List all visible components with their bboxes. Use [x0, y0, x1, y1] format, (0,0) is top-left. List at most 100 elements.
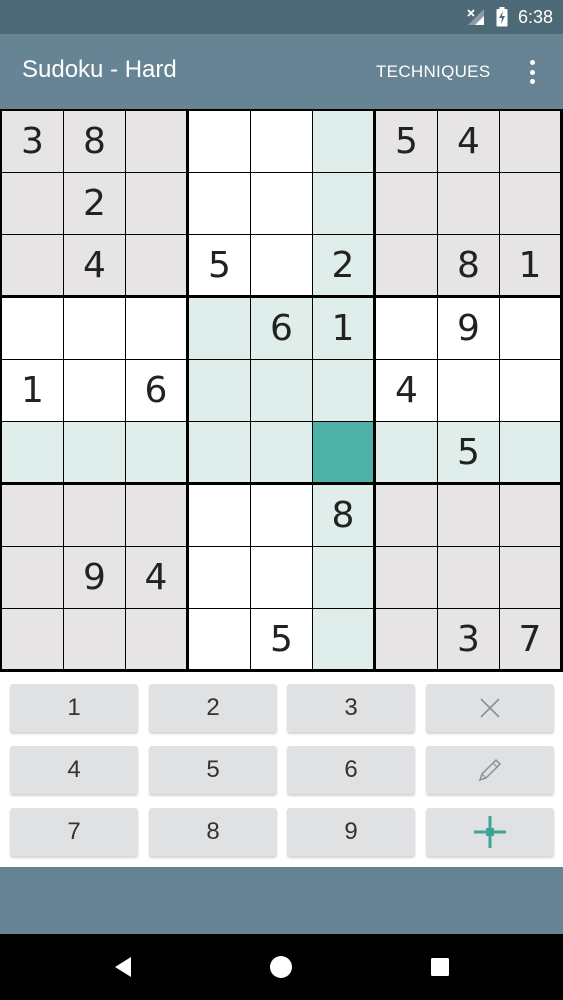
cell-r9-c5[interactable]: 5 [251, 609, 312, 669]
cell-r5-c4[interactable] [189, 360, 250, 421]
cell-r6-c6[interactable] [313, 422, 373, 482]
cell-r3-c7[interactable] [376, 235, 437, 295]
number-key-2[interactable]: 2 [149, 684, 277, 732]
cell-r5-c2[interactable] [64, 360, 125, 421]
cell-r3-c8[interactable]: 8 [438, 235, 499, 295]
cell-r3-c4[interactable]: 5 [189, 235, 250, 295]
cell-r1-c5[interactable] [251, 111, 312, 172]
cell-r9-c2[interactable] [64, 609, 125, 669]
techniques-button[interactable]: TECHNIQUES [376, 62, 490, 82]
cell-r3-c3[interactable] [126, 235, 186, 295]
app-title: Sudoku - Hard [22, 56, 177, 83]
cell-r2-c8[interactable] [438, 173, 499, 234]
pencil-button[interactable] [426, 746, 554, 794]
cell-r8-c7[interactable] [376, 547, 437, 608]
cell-r5-c6[interactable] [313, 360, 373, 421]
cell-r9-c9[interactable]: 7 [500, 609, 560, 669]
cell-r6-c9[interactable] [500, 422, 560, 482]
more-vert-icon[interactable] [522, 58, 542, 86]
cell-r7-c6[interactable]: 8 [313, 485, 373, 546]
cell-r8-c1[interactable] [2, 547, 63, 608]
cell-r5-c3[interactable]: 6 [126, 360, 186, 421]
cell-r3-c1[interactable] [2, 235, 63, 295]
cell-r7-c2[interactable] [64, 485, 125, 546]
cell-r5-c7[interactable]: 4 [376, 360, 437, 421]
cell-r9-c8[interactable]: 3 [438, 609, 499, 669]
number-key-8[interactable]: 8 [149, 808, 277, 856]
cell-r3-c2[interactable]: 4 [64, 235, 125, 295]
back-icon[interactable] [111, 954, 137, 980]
cell-r2-c2[interactable]: 2 [64, 173, 125, 234]
cell-r3-c9[interactable]: 1 [500, 235, 560, 295]
cell-r2-c5[interactable] [251, 173, 312, 234]
cell-r1-c1[interactable]: 3 [2, 111, 63, 172]
cell-r2-c7[interactable] [376, 173, 437, 234]
cell-r7-c7[interactable] [376, 485, 437, 546]
cell-r4-c5[interactable]: 6 [251, 298, 312, 359]
cell-r1-c8[interactable]: 4 [438, 111, 499, 172]
cell-r3-c6[interactable]: 2 [313, 235, 373, 295]
cell-r1-c9[interactable] [500, 111, 560, 172]
cell-r5-c9[interactable] [500, 360, 560, 421]
number-key-9[interactable]: 9 [287, 808, 415, 856]
cell-r5-c8[interactable] [438, 360, 499, 421]
cell-r6-c2[interactable] [64, 422, 125, 482]
cell-r8-c8[interactable] [438, 547, 499, 608]
number-key-7[interactable]: 7 [10, 808, 138, 856]
cell-r4-c7[interactable] [376, 298, 437, 359]
cell-r5-c1[interactable]: 1 [2, 360, 63, 421]
cell-r9-c3[interactable] [126, 609, 186, 669]
number-key-1[interactable]: 1 [10, 684, 138, 732]
cell-r8-c2[interactable]: 9 [64, 547, 125, 608]
cell-r2-c1[interactable] [2, 173, 63, 234]
home-icon[interactable] [268, 954, 294, 980]
hint-button[interactable] [426, 808, 554, 856]
cell-r9-c7[interactable] [376, 609, 437, 669]
cell-r4-c6[interactable]: 1 [313, 298, 373, 359]
cell-r8-c5[interactable] [251, 547, 312, 608]
cell-r7-c3[interactable] [126, 485, 186, 546]
cell-r2-c4[interactable] [189, 173, 250, 234]
cell-r4-c8[interactable]: 9 [438, 298, 499, 359]
cell-r8-c3[interactable]: 4 [126, 547, 186, 608]
cell-r7-c4[interactable] [189, 485, 250, 546]
number-key-4[interactable]: 4 [10, 746, 138, 794]
cell-r8-c4[interactable] [189, 547, 250, 608]
cell-r7-c8[interactable] [438, 485, 499, 546]
cell-r2-c3[interactable] [126, 173, 186, 234]
cell-r8-c9[interactable] [500, 547, 560, 608]
number-key-6[interactable]: 6 [287, 746, 415, 794]
cell-r6-c7[interactable] [376, 422, 437, 482]
cell-r1-c6[interactable] [313, 111, 373, 172]
cell-r1-c4[interactable] [189, 111, 250, 172]
cell-r4-c9[interactable] [500, 298, 560, 359]
recents-icon[interactable] [427, 954, 453, 980]
cell-r8-c6[interactable] [313, 547, 373, 608]
cell-r9-c4[interactable] [189, 609, 250, 669]
cell-r6-c8[interactable]: 5 [438, 422, 499, 482]
cell-r7-c9[interactable] [500, 485, 560, 546]
cell-r5-c5[interactable] [251, 360, 312, 421]
cell-r1-c7[interactable]: 5 [376, 111, 437, 172]
cell-r4-c1[interactable] [2, 298, 63, 359]
cell-r9-c6[interactable] [313, 609, 373, 669]
cell-r7-c1[interactable] [2, 485, 63, 546]
cell-r3-c5[interactable] [251, 235, 312, 295]
cell-r1-c3[interactable] [126, 111, 186, 172]
cell-r4-c4[interactable] [189, 298, 250, 359]
cell-r4-c3[interactable] [126, 298, 186, 359]
number-key-3[interactable]: 3 [287, 684, 415, 732]
cell-r9-c1[interactable] [2, 609, 63, 669]
cell-r2-c9[interactable] [500, 173, 560, 234]
cell-r6-c4[interactable] [189, 422, 250, 482]
cell-r1-c2[interactable]: 8 [64, 111, 125, 172]
cell-r7-c5[interactable] [251, 485, 312, 546]
erase-button[interactable] [426, 684, 554, 732]
cell-r6-c1[interactable] [2, 422, 63, 482]
number-key-5[interactable]: 5 [149, 746, 277, 794]
cell-r6-c3[interactable] [126, 422, 186, 482]
cell-r2-c6[interactable] [313, 173, 373, 234]
cell-r4-c2[interactable] [64, 298, 125, 359]
cell-r6-c5[interactable] [251, 422, 312, 482]
pencil-icon [478, 758, 502, 782]
